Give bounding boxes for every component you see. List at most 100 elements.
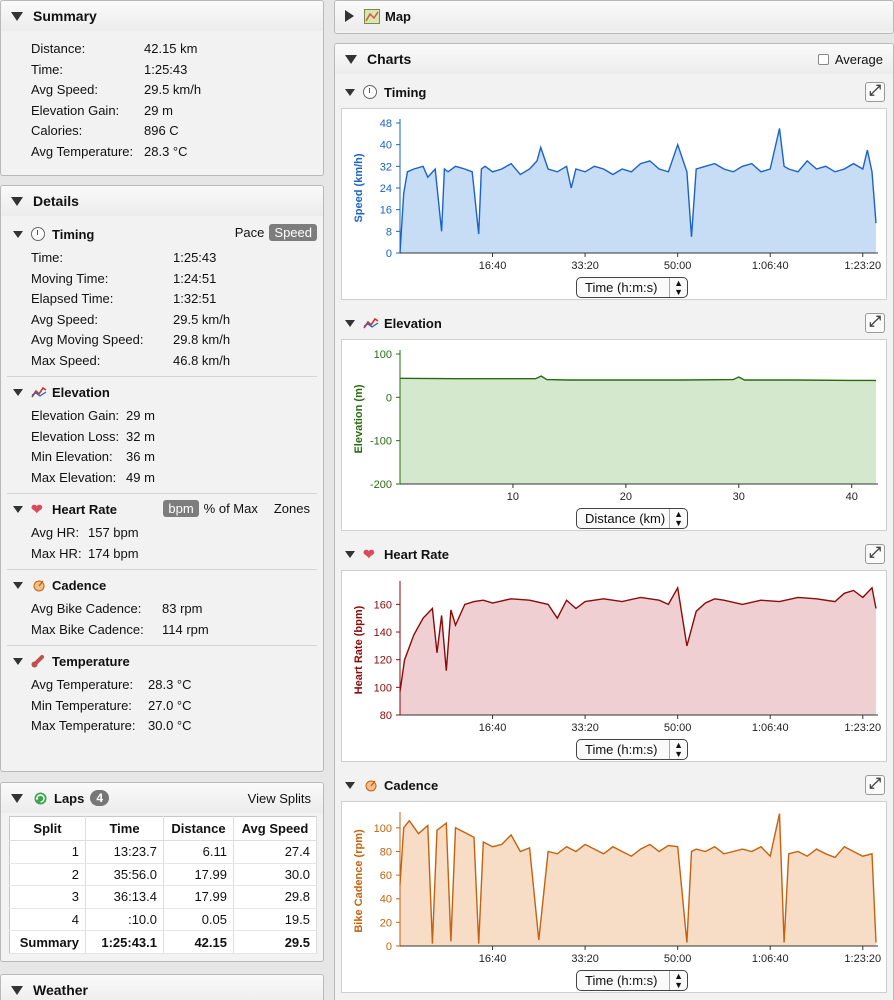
elevation-chart-header[interactable]: Elevation	[335, 309, 893, 337]
details-title: Details	[33, 193, 79, 209]
laps-header-row: Split Time Distance Avg Speed	[9, 816, 317, 841]
heart-icon: ❤	[363, 546, 375, 562]
table-row[interactable]: 2 35:56.0 17.99 30.0	[9, 863, 317, 887]
thermometer-icon	[31, 654, 45, 668]
y-tick-label: 160	[374, 599, 392, 611]
disclosure-triangle-icon[interactable]	[11, 793, 23, 803]
column-header[interactable]: Distance	[163, 816, 234, 841]
y-axis-label: Bike Cadence (rpm)	[353, 829, 365, 933]
expand-icon[interactable]	[865, 313, 885, 333]
y-tick-label: 0	[386, 392, 392, 404]
elevation-row: Elevation Loss: 32 m	[31, 428, 155, 444]
bpm-toggle-button[interactable]: bpm	[163, 500, 199, 517]
x-axis-selector[interactable]: Time (h:m:s) ▲ ▼	[576, 277, 688, 298]
disclosure-triangle-icon[interactable]	[345, 54, 357, 64]
disclosure-triangle-icon[interactable]	[13, 388, 23, 396]
expand-icon[interactable]	[865, 775, 885, 795]
x-axis-selector[interactable]: Distance (km) ▲ ▼	[576, 508, 688, 529]
temperature-title: Temperature	[52, 653, 130, 669]
cadence-icon	[363, 778, 377, 792]
timing-chart-box: 0 8 16 24 32 40 48 16:40 33:20 50:00 1:06:40 1:23:2…	[341, 108, 887, 300]
x-tick-label: 30	[733, 491, 745, 503]
column-header[interactable]: Time	[85, 816, 164, 841]
temperature-section-header[interactable]: Temperature	[1, 649, 323, 673]
average-toggle[interactable]: Average	[817, 52, 883, 67]
heart-rate-chart-header[interactable]: ❤ Heart Rate	[335, 540, 893, 568]
summary-header[interactable]: Summary	[1, 1, 323, 31]
heart-rate-row: Avg HR: 157 bpm	[31, 525, 139, 540]
refresh-icon	[33, 791, 47, 805]
section-divider	[7, 376, 317, 377]
column-header[interactable]: Split	[9, 816, 86, 841]
weather-header[interactable]: Weather	[1, 975, 323, 1000]
table-row[interactable]: 3 36:13.4 17.99 29.8	[9, 885, 317, 909]
timing-row: Avg Moving Speed: 29.8 km/h	[31, 332, 231, 347]
disclosure-triangle-icon[interactable]	[11, 196, 23, 206]
expand-icon[interactable]	[865, 82, 885, 102]
disclosure-triangle-icon[interactable]	[13, 581, 23, 589]
updown-arrows-icon: ▲ ▼	[669, 971, 683, 990]
x-tick-label: 16:40	[479, 260, 507, 272]
y-tick-label: 0	[386, 248, 392, 260]
disclosure-triangle-icon[interactable]	[345, 550, 355, 558]
summary-row: Time: 1:25:43	[31, 61, 188, 77]
y-tick-label: 140	[374, 627, 392, 639]
cadence-chart-title: Cadence	[384, 777, 439, 793]
x-tick-label: 33:20	[571, 953, 599, 965]
disclosure-triangle-icon[interactable]	[13, 230, 23, 238]
x-tick-label: 33:20	[571, 722, 599, 734]
disclosure-triangle-icon[interactable]	[345, 319, 355, 327]
table-row[interactable]: 1 13:23.7 6.11 27.4	[9, 840, 317, 864]
x-axis-selector[interactable]: Time (h:m:s) ▲ ▼	[576, 970, 688, 991]
column-header[interactable]: Avg Speed	[233, 816, 317, 841]
elevation-chart-box: -200 -100 0 100 10 20 30 40 Elevation (m) Distan…	[341, 339, 887, 531]
timing-chart-header[interactable]: Timing	[335, 78, 893, 106]
laps-count-badge: 4	[90, 790, 110, 806]
details-panel: Details Timing Pace Speed Time: 1:25:43 M…	[0, 185, 324, 772]
y-tick-label: 16	[380, 205, 392, 217]
x-tick-label: 33:20	[571, 260, 599, 272]
map-panel: Map	[334, 0, 894, 34]
y-tick-label: 32	[380, 161, 392, 173]
elevation-row: Max Elevation: 49 m	[31, 469, 155, 485]
pct-max-toggle-button[interactable]: % of Max	[199, 500, 263, 517]
disclosure-triangle-collapsed-icon[interactable]	[345, 10, 354, 22]
heart-rate-section-header[interactable]: ❤ Heart Rate bpm % of Max Zones	[1, 497, 323, 521]
zones-toggle-button[interactable]: Zones	[269, 500, 315, 517]
expand-icon[interactable]	[865, 544, 885, 564]
cadence-chart-header[interactable]: Cadence	[335, 771, 893, 799]
summary-row: Summary 1:25:43.1 42.15 29.5	[9, 930, 317, 954]
x-tick-label: 50:00	[664, 260, 692, 272]
timing-section-header[interactable]: Timing Pace Speed	[1, 222, 323, 246]
disclosure-triangle-icon[interactable]	[11, 985, 23, 995]
disclosure-triangle-icon[interactable]	[13, 657, 23, 665]
disclosure-triangle-icon[interactable]	[345, 88, 355, 96]
laps-title: Laps	[54, 790, 85, 806]
laps-header[interactable]: Laps 4 View Splits	[1, 783, 323, 813]
charts-title: Charts	[367, 51, 412, 67]
x-axis-selector[interactable]: Time (h:m:s) ▲ ▼	[576, 739, 688, 760]
cadence-section-header[interactable]: Cadence	[1, 573, 323, 597]
details-header[interactable]: Details	[1, 186, 323, 216]
map-header[interactable]: Map	[335, 1, 893, 31]
disclosure-triangle-icon[interactable]	[11, 11, 23, 21]
series-area	[400, 376, 876, 484]
table-row[interactable]: 4:10.0 0.05 19.5	[9, 908, 317, 932]
speed-toggle-button[interactable]: Speed	[269, 224, 317, 241]
timing-row: Max Speed: 46.8 km/h	[31, 352, 231, 368]
view-splits-link[interactable]: View Splits	[248, 791, 311, 806]
average-checkbox[interactable]	[817, 53, 829, 65]
cadence-chart: 0 20 40 60 80 100 16:40 33:20 50:00 1:06:40 1:23:2…	[353, 812, 881, 965]
y-tick-label: 8	[386, 226, 392, 238]
pace-toggle-button[interactable]: Pace	[230, 224, 270, 241]
charts-header[interactable]: Charts Average	[335, 44, 893, 74]
cadence-row: Max Bike Cadence: 114 rpm	[31, 621, 209, 637]
elevation-title: Elevation	[52, 384, 110, 400]
series-area	[400, 587, 876, 715]
disclosure-triangle-icon[interactable]	[13, 505, 23, 513]
elevation-section-header[interactable]: Elevation	[1, 380, 323, 404]
y-tick-label: 40	[380, 894, 392, 906]
timing-title: Timing	[52, 226, 95, 242]
disclosure-triangle-icon[interactable]	[345, 781, 355, 789]
weather-panel: Weather	[0, 974, 324, 1000]
